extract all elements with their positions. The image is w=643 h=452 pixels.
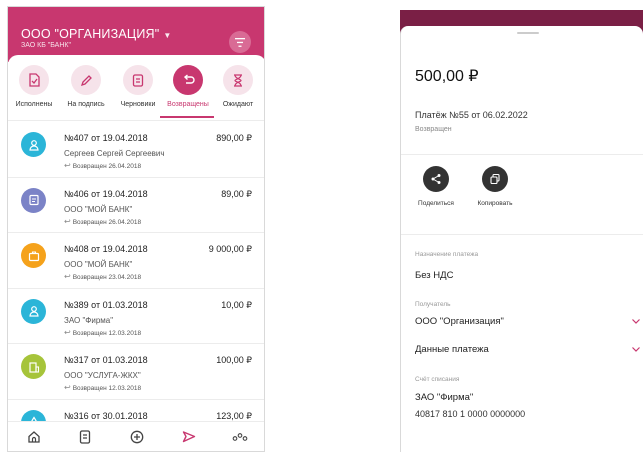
payment-data-row[interactable]: Данные платежа — [415, 344, 643, 355]
copy-icon — [490, 173, 500, 185]
doc-title: №408 от 19.04.2018 — [64, 244, 148, 254]
account-label: Счёт списания — [415, 376, 460, 383]
sheet-handle[interactable] — [517, 32, 539, 34]
divider — [401, 154, 643, 155]
payment-detail-sheet: 500,00 ₽ Платёж №55 от 06.02.2022 Возвра… — [400, 26, 643, 452]
doc-title: №316 от 30.01.2018 — [64, 410, 148, 421]
documents-screen: ООО "ОРГАНИЗАЦИЯ" ▼ ЗАО КБ "БАНК" Исполне… — [7, 6, 265, 452]
nav-more[interactable] — [225, 425, 255, 449]
doc-payee: Сергеев Сергей Сергеевич — [64, 149, 165, 158]
recipient-value: ООО "Организация" — [415, 316, 504, 327]
filter-icon — [235, 37, 245, 47]
org-name: ООО "ОРГАНИЗАЦИЯ" — [21, 27, 160, 41]
list-item[interactable]: №317 от 01.03.2018 100,00 ₽ ООО "УСЛУГА-… — [8, 344, 264, 400]
nav-documents[interactable] — [70, 425, 100, 449]
recipient-label: Получатель — [415, 301, 451, 308]
doc-payee: ООО "МОЙ БАНК" — [64, 204, 133, 214]
status-tabs: Исполнены На подпись Черновики Возвращен… — [8, 55, 264, 121]
nav-create[interactable] — [122, 425, 152, 449]
nav-payments[interactable] — [174, 425, 204, 449]
account-number: 40817 810 1 0000 0000000 — [415, 409, 526, 419]
doc-status: Возвращен 12.03.2018 — [72, 329, 142, 337]
list-item[interactable]: №389 от 01.03.2018 10,00 ₽ ЗАО "Фирма" ↩… — [8, 289, 264, 344]
pen-icon — [80, 74, 92, 86]
document-list: №407 от 19.04.2018 890,00 ₽ Сергеев Серг… — [8, 122, 264, 451]
recipient-row[interactable]: ООО "Организация" — [415, 316, 643, 327]
bank-name: ЗАО КБ "БАНК" — [21, 42, 71, 49]
doc-title: №407 от 19.04.2018 — [64, 133, 148, 143]
more-icon — [232, 432, 248, 441]
payment-data-label: Данные платежа — [415, 344, 489, 355]
account-name: ЗАО "Фирма" — [415, 392, 474, 403]
doc-check-icon — [29, 73, 40, 87]
tab-pending[interactable]: Ожидают — [212, 65, 264, 108]
document-icon — [21, 187, 46, 213]
payment-title: Платёж №55 от 06.02.2022 — [415, 110, 528, 120]
home-icon — [28, 430, 40, 443]
doc-status: Возвращен 26.04.2018 — [72, 163, 142, 170]
nav-home[interactable] — [19, 425, 49, 449]
doc-payee: ООО "УСЛУГА-ЖКХ" — [64, 371, 141, 380]
purpose-label: Назначение платежа — [415, 251, 479, 258]
copy-button[interactable]: Копировать — [465, 166, 525, 207]
tab-executed[interactable]: Исполнены — [8, 65, 60, 108]
doc-title: №406 от 19.04.2018 — [64, 188, 148, 199]
return-arrow-icon: ↩ — [64, 161, 71, 170]
person-icon — [21, 132, 46, 157]
send-icon — [182, 430, 195, 442]
draft-icon — [132, 73, 144, 87]
person-icon — [21, 298, 46, 324]
tab-to-sign[interactable]: На подпись — [60, 65, 112, 108]
bottom-navigation — [8, 421, 264, 451]
doc-status: Возвращен 12.03.2018 — [72, 385, 142, 392]
doc-title: №389 от 01.03.2018 — [64, 299, 148, 310]
doc-amount: 100,00 ₽ — [216, 355, 252, 365]
return-arrow-icon: ↩ — [64, 383, 71, 392]
payment-amount: 500,00 ₽ — [415, 68, 479, 85]
tab-returned[interactable]: Возвращены — [162, 65, 214, 108]
return-arrow-icon: ↩ — [64, 216, 71, 226]
doc-amount: 10,00 ₽ — [221, 299, 252, 310]
doc-status: Возвращен 23.04.2018 — [72, 274, 142, 281]
filter-button[interactable] — [229, 31, 251, 53]
doc-amount: 890,00 ₽ — [216, 133, 252, 143]
documents-icon — [80, 429, 91, 444]
doc-title: №317 от 01.03.2018 — [64, 355, 148, 365]
app-header: ООО "ОРГАНИЗАЦИЯ" ▼ ЗАО КБ "БАНК" — [8, 7, 264, 62]
doc-amount: 89,00 ₽ — [221, 188, 252, 199]
chevron-down-icon — [632, 347, 640, 352]
share-icon — [431, 174, 441, 184]
return-arrow-icon: ↩ — [64, 272, 71, 281]
payment-detail-screen: 500,00 ₽ Платёж №55 от 06.02.2022 Возвра… — [400, 10, 643, 452]
return-arrow-icon: ↩ — [64, 327, 71, 337]
doc-payee: ЗАО "Фирма" — [64, 315, 114, 325]
return-arrow-icon — [183, 74, 195, 84]
tab-drafts[interactable]: Черновики — [112, 65, 164, 108]
list-item[interactable]: №408 от 19.04.2018 9 000,00 ₽ ООО "МОЙ Б… — [8, 233, 264, 289]
chevron-down-icon — [632, 319, 640, 324]
chevron-down-icon: ▼ — [163, 31, 172, 40]
hourglass-icon — [234, 73, 242, 87]
list-item[interactable]: №407 от 19.04.2018 890,00 ₽ Сергеев Серг… — [8, 122, 264, 178]
share-button[interactable]: Поделиться — [406, 166, 466, 207]
doc-payee: ООО "МОЙ БАНК" — [64, 260, 133, 269]
building-icon — [21, 354, 46, 379]
purpose-value: Без НДС — [415, 270, 454, 281]
list-item[interactable]: №406 от 19.04.2018 89,00 ₽ ООО "МОЙ БАНК… — [8, 178, 264, 233]
add-circle-icon — [130, 430, 144, 443]
divider — [401, 234, 643, 235]
payment-status: Возвращен — [415, 126, 452, 133]
doc-amount: 9 000,00 ₽ — [208, 244, 252, 254]
doc-amount: 123,00 ₽ — [216, 410, 252, 421]
doc-status: Возвращен 26.04.2018 — [72, 218, 142, 226]
active-tab-indicator — [160, 116, 214, 118]
org-selector[interactable]: ООО "ОРГАНИЗАЦИЯ" ▼ — [21, 27, 264, 41]
briefcase-icon — [21, 243, 46, 268]
